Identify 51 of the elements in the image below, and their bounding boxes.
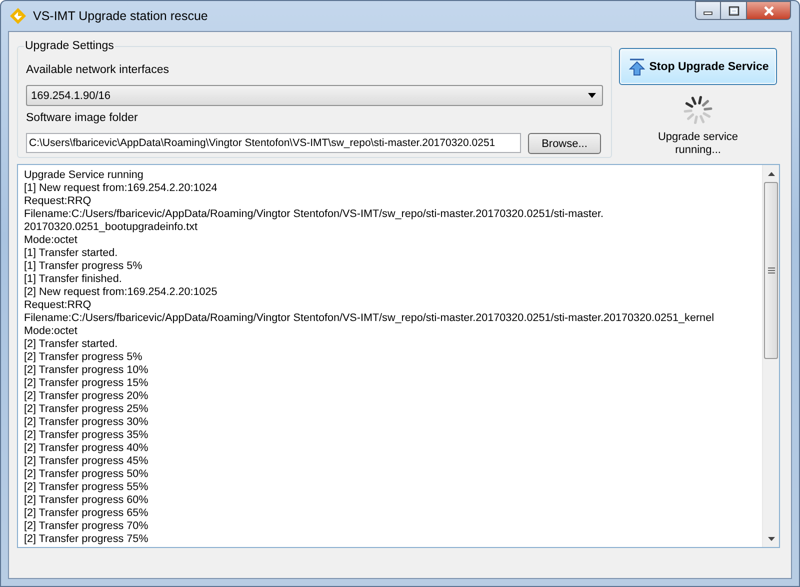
log-line: [2] Transfer progress 15% bbox=[24, 377, 148, 390]
log-line: [1] Transfer progress 5% bbox=[24, 260, 142, 273]
log-line: [2] Transfer progress 20% bbox=[24, 390, 148, 403]
log-line: [2] Transfer progress 35% bbox=[24, 429, 148, 442]
upload-arrow-icon bbox=[629, 58, 646, 76]
log-line: [2] Transfer progress 45% bbox=[24, 455, 148, 468]
dropdown-arrow-icon bbox=[588, 93, 596, 98]
log-line: [2] Transfer progress 10% bbox=[24, 364, 148, 377]
log-line: [1] New request from:169.254.2.20:1024 bbox=[24, 182, 218, 195]
group-title: Upgrade Settings bbox=[24, 40, 115, 52]
log-line: [2] Transfer progress 75% bbox=[24, 533, 148, 546]
folder-path-field[interactable]: C:\Users\fbaricevic\AppData\Roaming\Vingtor Stentofon\VS-IMT\sw_repo\sti-master.20170320.0251 bbox=[26, 133, 521, 153]
log-line: Filename:C:/Users/fbaricevic/AppData/Roaming/Vingtor Stentofon/VS-IMT/sw_repo/sti-master.20170320.0251/sti-master. bbox=[24, 208, 604, 221]
scroll-up-icon bbox=[768, 172, 774, 176]
close-icon bbox=[762, 6, 774, 16]
window-title: VS-IMT Upgrade station rescue bbox=[33, 9, 209, 23]
log-line: Mode:octet bbox=[24, 234, 78, 247]
log-line: Upgrade Service running bbox=[24, 169, 144, 182]
log-line: Request:RRQ bbox=[24, 299, 92, 312]
log-line: [2] Transfer progress 55% bbox=[24, 481, 148, 494]
field-label: Software image folder bbox=[26, 112, 138, 124]
stop-service-button[interactable]: Stop Upgrade Service bbox=[619, 48, 777, 85]
log-line: Filename:C:/Users/fbaricevic/AppData/Roaming/Vingtor Stentofon/VS-IMT/sw_repo/sti-master.20170320.0251/sti-master.20170320.0251_kernel bbox=[24, 312, 714, 325]
close-button[interactable] bbox=[747, 1, 791, 20]
log-line: [1] Transfer started. bbox=[24, 247, 118, 260]
log-line: [2] Transfer progress 25% bbox=[24, 403, 148, 416]
field-label: Available network interfaces bbox=[26, 64, 169, 76]
network-interface-dropdown[interactable]: 169.254.1.90/16 bbox=[26, 85, 603, 106]
minimize-button[interactable] bbox=[695, 1, 721, 20]
log-line: 20170320.0251_bootupgradeinfo.txt bbox=[24, 221, 198, 234]
log-line: [2] Transfer progress 50% bbox=[24, 468, 148, 481]
maximize-button[interactable] bbox=[721, 1, 747, 20]
log-line: [2] Transfer progress 5% bbox=[24, 351, 142, 364]
log-line: [2] Transfer started. bbox=[24, 338, 118, 351]
service-status-text: Upgrade service running... bbox=[656, 131, 740, 157]
browse-button[interactable]: Browse... bbox=[528, 133, 601, 154]
maximize-icon bbox=[728, 6, 740, 16]
log-line: [2] Transfer progress 65% bbox=[24, 507, 148, 520]
log-line: [2] Transfer progress 60% bbox=[24, 494, 148, 507]
log-line: [2] New request from:169.254.2.20:1025 bbox=[24, 286, 218, 299]
log-line: [2] Transfer progress 40% bbox=[24, 442, 148, 455]
log-line: Request:RRQ bbox=[24, 195, 92, 208]
log-line: Mode:octet bbox=[24, 325, 78, 338]
grip-icon bbox=[768, 267, 774, 274]
log-line: [2] Transfer progress 30% bbox=[24, 416, 148, 429]
log-line: [2] Transfer progress 70% bbox=[24, 520, 148, 533]
app-logo-icon bbox=[9, 7, 27, 25]
loading-spinner-icon bbox=[683, 95, 713, 125]
vertical-scrollbar[interactable] bbox=[762, 165, 779, 547]
log-line: [1] Transfer finished. bbox=[24, 273, 122, 286]
scroll-down-icon bbox=[768, 536, 774, 540]
